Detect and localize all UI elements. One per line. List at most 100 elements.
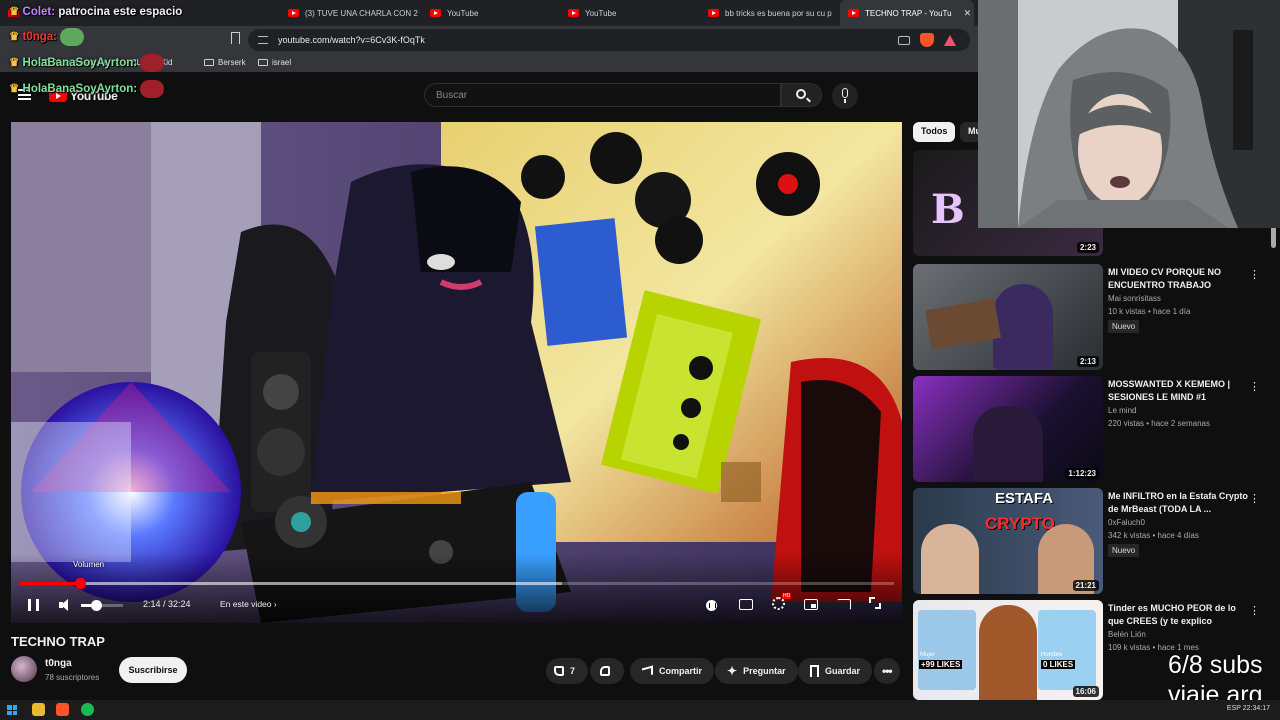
- site-info-icon[interactable]: [258, 36, 268, 44]
- recommendation-channel[interactable]: 0xFaluch0: [1108, 518, 1145, 527]
- recommendation-channel[interactable]: Belén Lión: [1108, 630, 1146, 639]
- spotify-icon[interactable]: [81, 703, 94, 716]
- save-button[interactable]: Guardar: [798, 658, 873, 684]
- recommendation-item[interactable]: 1:12:23 MOSSWANTED X KEMEMO | SESIONES L…: [913, 376, 1273, 482]
- search-input[interactable]: Buscar: [424, 83, 781, 107]
- volume-icon[interactable]: [59, 599, 73, 611]
- duration-badge: 2:13: [1076, 356, 1099, 367]
- close-tab-icon[interactable]: ✕: [964, 8, 972, 19]
- cast-icon[interactable]: [837, 599, 851, 610]
- screen: (3) TUVE UNA CHARLA CON 2 YouTube YouTub…: [0, 0, 1280, 720]
- channel-name[interactable]: t0nga: [45, 658, 72, 669]
- new-badge: Nuevo: [1108, 544, 1140, 557]
- chat-user: HolaBanaSoyAyrton:: [22, 57, 138, 70]
- emote-icon: [60, 28, 85, 46]
- thumbnail-art: B: [931, 186, 965, 233]
- tab[interactable]: bb tricks es buena por su cu p: [700, 0, 840, 26]
- recommendation-meta: 220 vistas • hace 2 semanas: [1108, 419, 1210, 428]
- tab-label: (3) TUVE UNA CHARLA CON 2: [305, 8, 418, 18]
- recommendation-title[interactable]: Tinder es MUCHO PEOR de lo que CREES (y …: [1108, 602, 1248, 628]
- more-horizontal-icon: •••: [882, 664, 893, 678]
- recommendation-item[interactable]: ESTAFA CRYPTO 21:21 Me INFILTRO en la Es…: [913, 488, 1273, 594]
- recommendation-channel[interactable]: Le mind: [1108, 406, 1136, 415]
- tab-active[interactable]: TECHNO TRAP - YouTu ✕: [840, 0, 974, 26]
- sidebar-scrollbar[interactable]: [1271, 226, 1276, 248]
- crown-icon: ♛: [9, 57, 20, 70]
- video-frame: [11, 122, 902, 623]
- windows-start-icon[interactable]: [7, 705, 17, 715]
- thumbnail-art: [925, 298, 1001, 350]
- video-thumbnail[interactable]: Mujer +99 LIKES Hombre 0 LIKES 16:06: [913, 600, 1103, 700]
- chip-all[interactable]: Todos: [913, 122, 956, 142]
- url-input[interactable]: youtube.com/watch?v=6Cv3K-fOqTk: [248, 29, 970, 51]
- brave-shields-icon[interactable]: [920, 33, 934, 47]
- clock: 22:34:17: [1242, 705, 1270, 712]
- ask-button[interactable]: ✦ Preguntar: [715, 658, 798, 684]
- youtube-favicon-icon: [288, 9, 299, 17]
- volume-slider[interactable]: [81, 600, 123, 611]
- chat-user: t0nga:: [22, 31, 58, 44]
- brave-rewards-icon[interactable]: [944, 34, 956, 46]
- subtitles-icon[interactable]: [739, 599, 753, 610]
- miniplayer-icon[interactable]: [804, 599, 818, 610]
- file-explorer-icon[interactable]: [32, 703, 45, 716]
- thumbnail-art: [973, 406, 1043, 482]
- autoplay-toggle-icon[interactable]: [706, 600, 717, 611]
- search-button[interactable]: [781, 83, 822, 107]
- recommendation-title[interactable]: MI VIDEO CV PORQUE NO ENCUENTRO TRABAJO: [1108, 266, 1248, 292]
- more-actions-button[interactable]: •••: [874, 658, 900, 684]
- tab[interactable]: (3) TUVE UNA CHARLA CON 2: [280, 0, 422, 26]
- more-vertical-icon[interactable]: ⋮: [1249, 268, 1260, 281]
- chapter-button[interactable]: En este video ›: [220, 599, 277, 609]
- voice-search-button[interactable]: [832, 83, 858, 109]
- youtube-favicon-icon: [568, 9, 579, 17]
- pause-button[interactable]: [28, 599, 39, 611]
- like-button[interactable]: 7: [546, 658, 588, 684]
- duration-badge: 21:21: [1072, 580, 1099, 591]
- duration-badge: 16:06: [1072, 686, 1099, 697]
- bookmark-star-icon[interactable]: [231, 32, 240, 44]
- more-vertical-icon[interactable]: ⋮: [1249, 380, 1260, 393]
- tab[interactable]: YouTube: [560, 0, 700, 26]
- recommendation-title[interactable]: MOSSWANTED X KEMEMO | SESIONES LE MIND #…: [1108, 378, 1248, 404]
- time-display: 2:14 / 32:24: [143, 599, 191, 609]
- recommendation-channel[interactable]: Mai sonrisitass: [1108, 294, 1161, 303]
- video-player[interactable]: Volumen 2:14 / 32:24 En este video ›: [11, 122, 902, 623]
- thumbs-down-icon: [600, 666, 610, 676]
- recommendation-meta: 342 k vistas • hace 4 días: [1108, 531, 1199, 540]
- duration-badge: 2:23: [1076, 242, 1099, 253]
- more-vertical-icon[interactable]: ⋮: [1249, 492, 1260, 505]
- omnibox-actions: [898, 33, 956, 47]
- volume-handle[interactable]: [90, 600, 102, 611]
- bookmark-item[interactable]: Berserk: [204, 58, 246, 67]
- crown-icon: ♛: [9, 31, 20, 44]
- microphone-icon: [842, 88, 848, 103]
- tab[interactable]: YouTube: [422, 0, 560, 26]
- tab-label: bb tricks es buena por su cu p: [725, 8, 832, 18]
- video-thumbnail[interactable]: 1:12:23: [913, 376, 1103, 482]
- progress-bar[interactable]: [20, 578, 894, 589]
- bookmark-folder[interactable]: israel: [258, 58, 291, 67]
- dislike-button[interactable]: [590, 658, 624, 684]
- folder-icon: [204, 59, 214, 66]
- thumb-label-right: Hombre: [1041, 652, 1063, 658]
- picture-in-picture-icon[interactable]: [898, 35, 910, 45]
- system-tray[interactable]: ESP 22:34:17: [1227, 705, 1270, 712]
- subscriber-count: 78 suscriptores: [45, 673, 100, 682]
- fullscreen-icon[interactable]: [869, 597, 881, 609]
- video-thumbnail[interactable]: ESTAFA CRYPTO 21:21: [913, 488, 1103, 594]
- recommendation-item[interactable]: 2:13 MI VIDEO CV PORQUE NO ENCUENTRO TRA…: [913, 264, 1273, 370]
- more-vertical-icon[interactable]: ⋮: [1249, 604, 1260, 617]
- settings-gear-icon[interactable]: [772, 593, 792, 610]
- brave-browser-icon[interactable]: [56, 703, 69, 716]
- share-icon: [642, 665, 653, 677]
- share-button[interactable]: Compartir: [630, 658, 715, 684]
- duration-badge: 1:12:23: [1065, 468, 1099, 479]
- subscribe-button[interactable]: Suscribirse: [119, 657, 187, 683]
- video-title: TECHNO TRAP: [11, 634, 105, 649]
- recommendation-title[interactable]: Me INFILTRO en la Estafa Crypto de MrBea…: [1108, 490, 1248, 516]
- channel-avatar[interactable]: [11, 656, 37, 682]
- video-thumbnail[interactable]: 2:13: [913, 264, 1103, 370]
- sparkle-icon: ✦: [727, 664, 738, 678]
- chevron-right-icon: ›: [273, 599, 277, 609]
